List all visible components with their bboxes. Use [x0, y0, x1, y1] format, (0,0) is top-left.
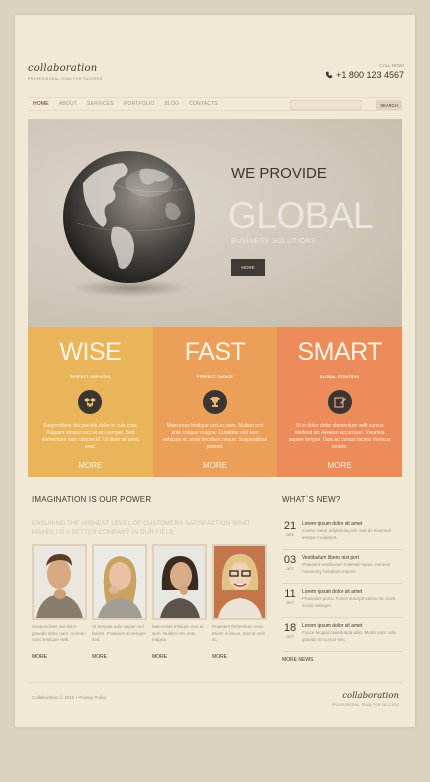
- feature-more-link[interactable]: MORE: [277, 461, 402, 470]
- call-label: CALL NOW!: [379, 63, 404, 68]
- news-item[interactable]: 03 OCT Vestibulum libero nisl port Praes…: [282, 552, 402, 584]
- news-text: Praesent vestibulum molestie lacus. Aene…: [302, 562, 391, 574]
- phone-text: +1 800 123 4567: [336, 70, 404, 80]
- search-button[interactable]: SEARCH: [376, 100, 402, 110]
- news-day: 18: [283, 622, 297, 634]
- news-item[interactable]: 21 OCT Lorem ipsum dolor sit amet Conse …: [282, 518, 402, 550]
- news-month: OCT: [286, 601, 294, 605]
- feature-subtitle: PERFECT SERVICES: [69, 375, 111, 379]
- person-more-link[interactable]: MORE: [212, 654, 267, 660]
- logo-tagline: PROFESSIONAL TEAM FOR SUCCESS: [28, 77, 103, 81]
- feature-title: WISE: [59, 338, 122, 366]
- news-item[interactable]: 11 OCT Lorem ipsum dolor sit amet Phasel…: [282, 586, 402, 618]
- person-card: Praesent fermentum eros. Etiam in lacus.…: [212, 544, 267, 660]
- more-news-link[interactable]: MORE NEWS: [282, 657, 313, 663]
- feature-title: SMART: [297, 338, 382, 366]
- news-headline[interactable]: Lorem ipsum dolor sit amet: [302, 589, 362, 595]
- news-list: 21 OCT Lorem ipsum dolor sit amet Conse …: [282, 518, 402, 654]
- feature-subtitle: GLOBAL STRATEGY: [319, 375, 360, 379]
- feature-text: Suspendisse dui gravida dolor in cuis cr…: [41, 423, 139, 450]
- main-nav: HOME ABOUT SERVICES PORTFOLIO BLOG CONTA…: [28, 97, 402, 111]
- feature-more-link[interactable]: MORE: [28, 461, 153, 470]
- person-text: Maecenas tristique orci ac sem. Nullam o…: [152, 624, 205, 642]
- nav-item-home[interactable]: HOME: [33, 101, 49, 107]
- person-photo[interactable]: [32, 544, 87, 620]
- nav-item-services[interactable]: SERVICES: [87, 101, 114, 107]
- news-month: OCT: [286, 567, 294, 571]
- news-day: 11: [284, 588, 296, 600]
- person-photo[interactable]: [212, 544, 267, 620]
- news-item[interactable]: 18 OCT Lorem ipsum dolor sit amet Fusce …: [282, 620, 402, 652]
- nav-item-portfolio[interactable]: PORTFOLIO: [124, 101, 155, 107]
- hero-banner: WE PROVIDE GLOBAL BUSINESS SOLUTIONS MOR…: [28, 119, 402, 327]
- features-row: WISE PERFECT SERVICES Suspendisse dui gr…: [28, 327, 403, 477]
- feature-fast: FAST PERFECT CHOICE Maecenas tristique o…: [152, 327, 278, 477]
- news-headline[interactable]: Lorem ipsum dolor sit amet: [302, 521, 362, 527]
- hero-subtitle: BUSINESS SOLUTIONS: [231, 238, 316, 245]
- feature-wise: WISE PERFECT SERVICES Suspendisse dui gr…: [28, 327, 153, 477]
- feature-smart: SMART GLOBAL STRATEGY Ut in dolor dolor …: [277, 327, 403, 477]
- person-more-link[interactable]: MORE: [32, 654, 87, 660]
- news-headline[interactable]: Vestibulum libero nisl port: [302, 555, 359, 561]
- logo[interactable]: collaboration: [28, 63, 97, 74]
- edit-icon: [327, 390, 352, 414]
- feature-title: FAST: [184, 338, 246, 366]
- copyright[interactable]: Collaboration © 2012 • Privacy Policy: [32, 695, 106, 700]
- nav-item-blog[interactable]: BLOG: [164, 101, 179, 107]
- nav-item-contacts[interactable]: CONTACTS: [189, 101, 218, 107]
- phone-icon: [325, 71, 333, 79]
- dropbox-icon: [78, 390, 103, 414]
- news-title: WHAT`S NEW?: [282, 495, 341, 504]
- feature-text: Ut in dolor dolor elementum velit cursus…: [288, 423, 391, 450]
- feature-subtitle: PERFECT CHOICE: [197, 375, 233, 379]
- news-text: Phasellus porta. Fusce suscipit varius m…: [302, 596, 396, 608]
- search-input[interactable]: [290, 100, 362, 110]
- news-headline[interactable]: Lorem ipsum dolor sit amet: [302, 623, 362, 629]
- news-month: OCT: [286, 635, 294, 639]
- person-text: Praesent fermentum eros. Etiam in lacus.…: [212, 624, 265, 642]
- person-card: Suspendisse dui dolor gravida dolor nam.…: [32, 544, 87, 660]
- news-day: 03: [283, 554, 297, 566]
- person-photo[interactable]: [92, 544, 147, 620]
- hero-more-button[interactable]: MORE: [231, 259, 265, 276]
- team-gallery: Suspendisse dui dolor gravida dolor nam.…: [32, 544, 272, 674]
- hero-we-provide: WE PROVIDE: [231, 165, 327, 182]
- hero-global: GLOBAL: [228, 195, 374, 236]
- person-more-link[interactable]: MORE: [152, 654, 207, 660]
- person-text: Suspendisse dui dolor gravida dolor nam.…: [32, 624, 86, 642]
- footer-logo[interactable]: collaboration: [342, 691, 399, 701]
- news-text: Conse ctetur adipisicing elit, sed do ei…: [302, 528, 392, 540]
- footer-divider: [28, 682, 402, 683]
- news-text: Fusce feugiat malesuada odio. Morbi nunc…: [302, 630, 397, 642]
- news-month: OCT: [286, 533, 294, 537]
- person-more-link[interactable]: MORE: [92, 654, 147, 660]
- person-photo[interactable]: [152, 544, 207, 620]
- globe-image: [63, 151, 195, 297]
- imagination-title: IMAGINATION IS OUR POWER: [32, 495, 152, 504]
- person-card: Maecenas tristique orci ac sem. Nullam o…: [152, 544, 207, 660]
- feature-text: Maecenas tristique orci ac sem. Nullam o…: [162, 423, 268, 450]
- imagination-subtitle: ENSURING THE HIGHEST LEVEL OF CUSTOMERS …: [32, 521, 251, 536]
- person-text: Ut tempus odio sapien vel fames. Praesen…: [92, 624, 147, 642]
- news-day: 21: [283, 520, 297, 532]
- person-card: Ut tempus odio sapien vel fames. Praesen…: [92, 544, 147, 660]
- footer-tagline: PROFESSIONAL TEAM FOR SUCCESS: [332, 703, 399, 707]
- trophy-icon: [203, 390, 227, 414]
- feature-more-link[interactable]: MORE: [153, 461, 278, 470]
- nav-item-about[interactable]: ABOUT: [59, 101, 77, 107]
- phone-number: +1 800 123 4567: [325, 70, 404, 80]
